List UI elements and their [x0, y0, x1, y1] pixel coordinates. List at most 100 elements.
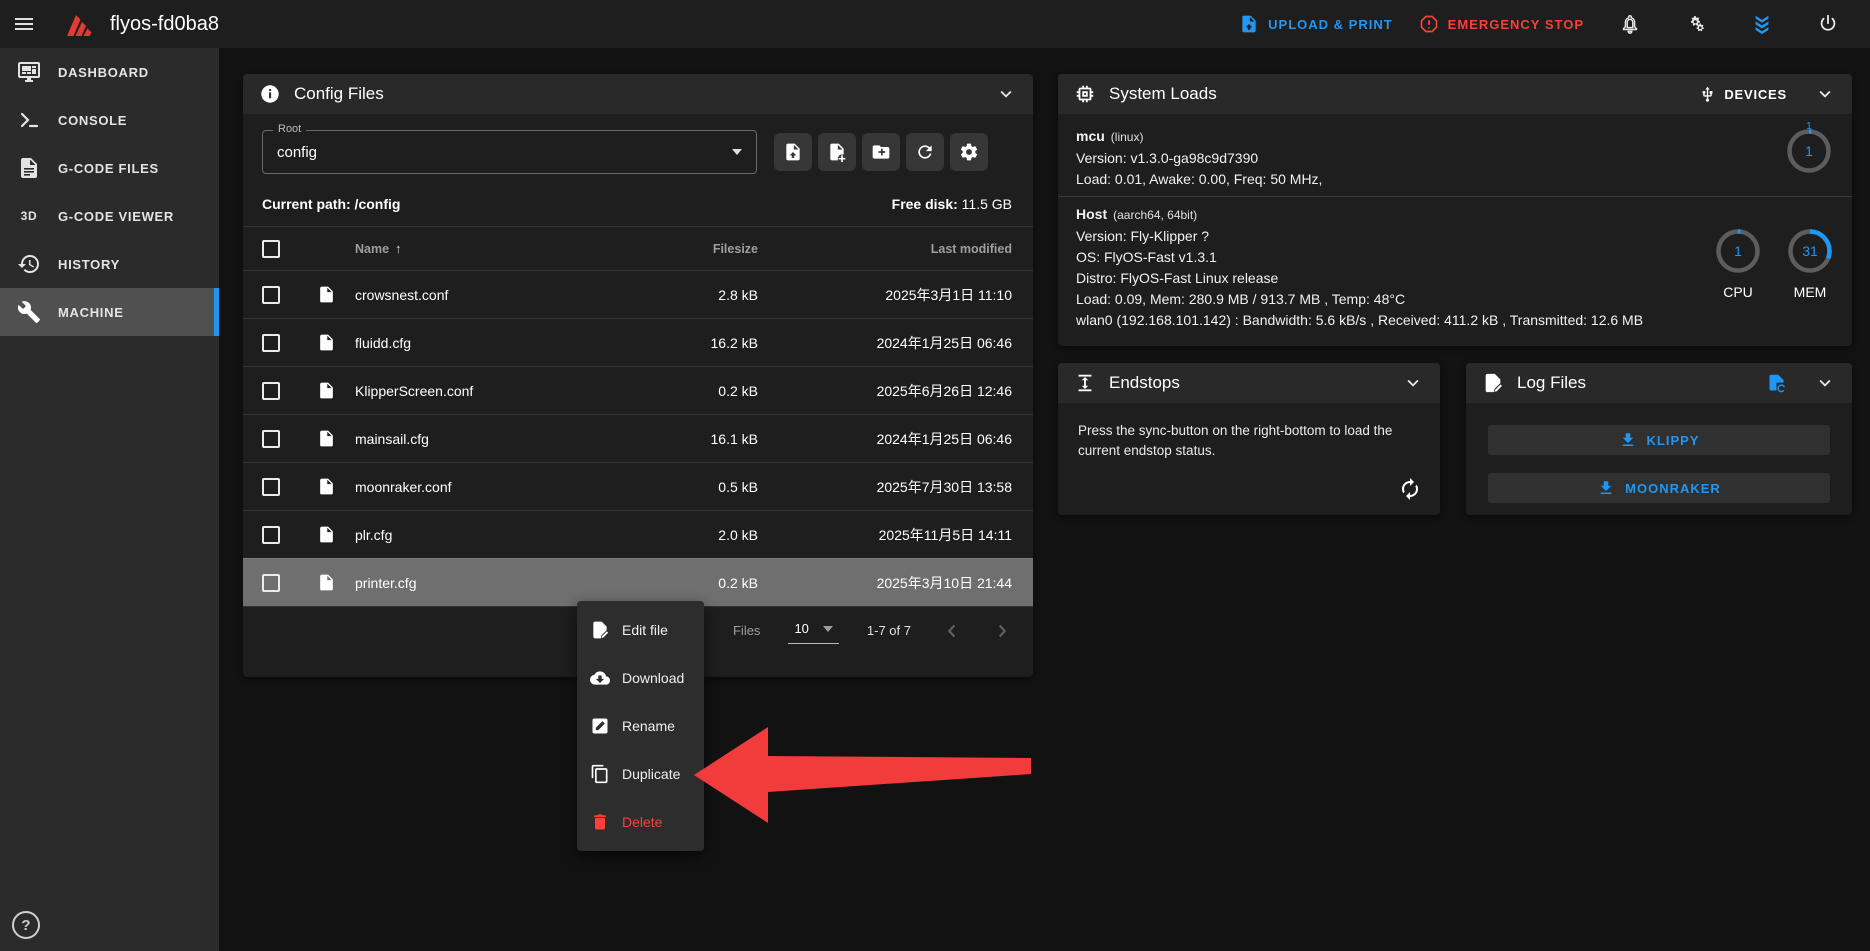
emergency-stop-button[interactable]: EMERGENCY STOP	[1419, 14, 1584, 34]
file-icon	[317, 477, 336, 496]
file-icon	[317, 429, 336, 448]
sidebar-item-label: DASHBOARD	[58, 65, 149, 80]
collapse-chevron-icon[interactable]	[1814, 372, 1836, 394]
context-menu-rename[interactable]: Rename	[577, 702, 704, 750]
root-select[interactable]: Root config	[262, 130, 757, 174]
log-files-panel: Log Files KLIPPY MOONRAKER	[1466, 363, 1852, 515]
config-files-toolbar: Root config	[243, 114, 1033, 174]
upload-print-button[interactable]: UPLOAD & PRINT	[1239, 14, 1393, 34]
red-arrow-annotation	[690, 722, 1035, 828]
sidebar-item-dashboard[interactable]: DASHBOARD	[0, 48, 219, 96]
settings-button[interactable]	[950, 133, 988, 171]
context-menu-duplicate[interactable]: Duplicate	[577, 750, 704, 798]
chevron-right-icon	[991, 620, 1013, 642]
moonraker-log-button[interactable]: MOONRAKER	[1488, 473, 1830, 503]
next-page-button[interactable]	[989, 618, 1015, 644]
column-header-filesize[interactable]: Filesize	[618, 242, 758, 256]
prev-page-button[interactable]	[939, 618, 965, 644]
panel-title: Endstops	[1109, 373, 1180, 393]
collapse-chevron-icon[interactable]	[995, 83, 1017, 105]
file-icon	[317, 285, 336, 304]
column-header-name[interactable]: Name ↑	[355, 241, 618, 256]
file-edit-icon	[1482, 372, 1504, 394]
row-checkbox[interactable]	[262, 382, 280, 400]
sync-endstops-button[interactable]	[1396, 475, 1424, 503]
file-row[interactable]: fluidd.cfg 16.2 kB 2024年1月25日 06:46	[243, 318, 1033, 366]
endstops-header: Endstops	[1058, 363, 1440, 403]
create-folder-button[interactable]	[862, 133, 900, 171]
console-icon	[17, 108, 41, 132]
host-load: Load: 0.09, Mem: 280.9 MB / 913.7 MB , T…	[1076, 289, 1643, 310]
row-checkbox[interactable]	[262, 430, 280, 448]
alert-octagon-icon	[1419, 14, 1439, 34]
endstops-message: Press the sync-button on the right-botto…	[1058, 403, 1418, 461]
file-upload-icon	[783, 142, 803, 162]
free-disk: Free disk: 11.5 GB	[892, 196, 1012, 212]
download-icon	[1619, 431, 1637, 449]
host-network: wlan0 (192.168.101.142) : Bandwidth: 5.6…	[1076, 310, 1643, 331]
emergency-stop-label: EMERGENCY STOP	[1448, 17, 1584, 32]
power-icon[interactable]	[1808, 4, 1848, 44]
file-refresh-icon[interactable]	[1766, 373, 1787, 394]
row-checkbox[interactable]	[262, 574, 280, 592]
menu-icon[interactable]	[0, 0, 48, 48]
mcu-name: mcu	[1076, 128, 1105, 144]
devices-button[interactable]: DEVICES	[1699, 86, 1787, 103]
context-menu-delete[interactable]: Delete	[577, 798, 704, 846]
host-os: OS: FlyOS-Fast v1.3.1	[1076, 247, 1643, 268]
file-row[interactable]: mainsail.cfg 16.1 kB 2024年1月25日 06:46	[243, 414, 1033, 462]
upload-file-button[interactable]	[774, 133, 812, 171]
divider	[1058, 196, 1852, 197]
row-checkbox[interactable]	[262, 334, 280, 352]
file-upload-icon	[1239, 14, 1259, 34]
collapse-chevron-icon[interactable]	[1814, 83, 1836, 105]
file-row[interactable]: crowsnest.conf 2.8 kB 2025年3月1日 11:10	[243, 270, 1033, 318]
mcu-arch: (linux)	[1111, 130, 1144, 144]
host-distro: Distro: FlyOS-Fast Linux release	[1076, 268, 1643, 289]
sidebar-item-console[interactable]: CONSOLE	[0, 96, 219, 144]
sidebar-item-gcode-files[interactable]: G-CODE FILES	[0, 144, 219, 192]
sidebar-item-history[interactable]: HISTORY	[0, 240, 219, 288]
pencil-box-icon	[590, 716, 610, 736]
row-checkbox[interactable]	[262, 526, 280, 544]
file-edit-icon	[590, 620, 610, 640]
row-checkbox[interactable]	[262, 286, 280, 304]
context-menu-edit-file[interactable]: Edit file	[577, 606, 704, 654]
column-header-last-modified[interactable]: Last modified	[758, 242, 1033, 256]
fly-layers-icon[interactable]	[1742, 4, 1782, 44]
mem-gauge-label: MEM	[1785, 284, 1835, 300]
select-all-checkbox[interactable]	[262, 240, 280, 258]
file-row-selected[interactable]: printer.cfg 0.2 kB 2025年3月10日 21:44	[243, 558, 1033, 606]
cpu-gauge-label: CPU	[1713, 284, 1763, 300]
duplicate-icon	[590, 764, 610, 784]
brand-logo-icon	[62, 9, 96, 39]
create-file-button[interactable]	[818, 133, 856, 171]
sidebar-item-label: CONSOLE	[58, 113, 127, 128]
sidebar-item-label: HISTORY	[58, 257, 120, 272]
row-checkbox[interactable]	[262, 478, 280, 496]
file-row[interactable]: plr.cfg 2.0 kB 2025年11月5日 14:11	[243, 510, 1033, 558]
refresh-icon	[915, 142, 935, 162]
help-icon[interactable]: ?	[12, 911, 40, 939]
file-row[interactable]: KlipperScreen.conf 0.2 kB 2025年6月26日 12:…	[243, 366, 1033, 414]
trash-icon	[590, 812, 610, 832]
gear-icon	[959, 142, 979, 162]
file-row[interactable]: moonraker.conf 0.5 kB 2025年7月30日 13:58	[243, 462, 1033, 510]
host-name: Host	[1076, 206, 1107, 222]
mcu-version: Version: v1.3.0-ga98c9d7390	[1076, 148, 1834, 169]
notifications-bell-icon[interactable]	[1610, 4, 1650, 44]
per-page-select[interactable]: 10	[788, 617, 838, 644]
sidebar-item-label: MACHINE	[58, 305, 124, 320]
table-header-row: Name ↑ Filesize Last modified	[243, 226, 1033, 270]
sort-asc-icon: ↑	[395, 241, 402, 256]
refresh-button[interactable]	[906, 133, 944, 171]
services-gears-icon[interactable]	[1676, 4, 1716, 44]
sidebar-item-label: G-CODE FILES	[58, 161, 159, 176]
collapse-chevron-icon[interactable]	[1402, 372, 1424, 394]
app-title: flyos-fd0ba8	[110, 13, 219, 36]
sidebar-item-gcode-viewer[interactable]: 3D G-CODE VIEWER	[0, 192, 219, 240]
context-menu-download[interactable]: Download	[577, 654, 704, 702]
sidebar-item-machine[interactable]: MACHINE	[0, 288, 219, 336]
chip-icon	[1074, 83, 1096, 105]
klippy-log-button[interactable]: KLIPPY	[1488, 425, 1830, 455]
